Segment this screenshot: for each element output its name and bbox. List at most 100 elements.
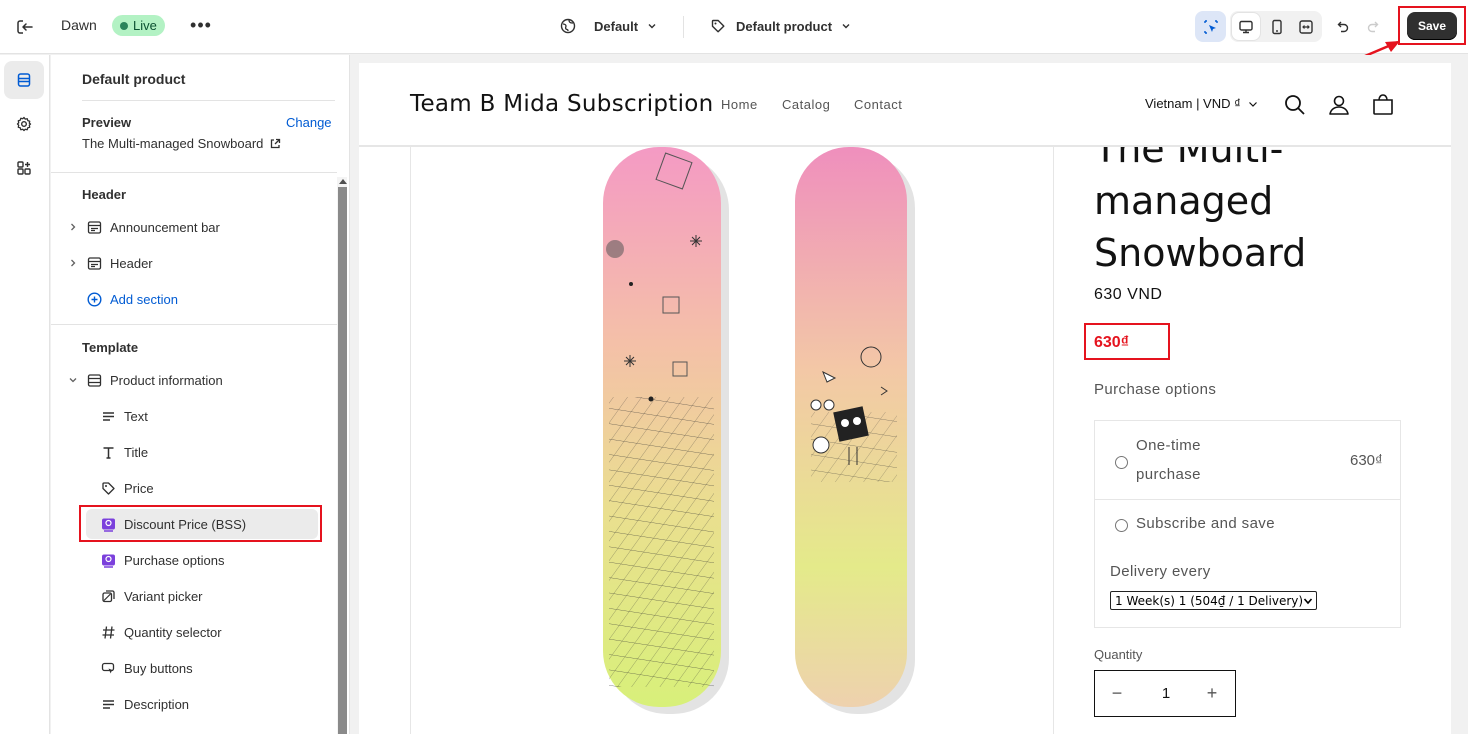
delivery-select[interactable]: 1 Week(s) 1 (504₫ / 1 Delivery)	[1110, 591, 1317, 610]
template-type-label: Default	[594, 18, 639, 34]
plus-circle-icon	[86, 291, 102, 307]
storefront-preview: Team B Mida Subscription Home Catalog Co…	[351, 55, 1468, 734]
quantity-increase-button[interactable]: +	[1200, 681, 1224, 705]
hash-icon	[100, 624, 116, 640]
sections-panel: Default product Preview Change The Multi…	[51, 55, 350, 734]
account-icon[interactable]	[1326, 92, 1352, 118]
inspector-icon	[1203, 19, 1218, 34]
store-logo-text[interactable]: Team B Mida Subscription	[410, 91, 714, 117]
block-variant-picker[interactable]: Variant picker	[100, 582, 203, 610]
block-quantity-selector[interactable]: Quantity selector	[100, 618, 222, 646]
panel-scrollbar[interactable]	[337, 177, 347, 734]
text-lines-icon	[100, 408, 116, 424]
external-link-icon	[271, 138, 281, 148]
quantity-label: Quantity	[1094, 647, 1143, 662]
block-price[interactable]: Price	[100, 474, 154, 502]
block-label: Price	[124, 480, 154, 496]
cart-icon[interactable]	[1370, 92, 1396, 118]
block-buy-buttons[interactable]: Buy buttons	[100, 654, 193, 682]
undo-icon	[1337, 21, 1348, 32]
country-selector[interactable]: Vietnam | VND ₫	[1145, 96, 1259, 111]
app-block-icon	[100, 552, 116, 568]
add-section-label: Add section	[110, 291, 178, 307]
fullwidth-view-button[interactable]	[1290, 11, 1321, 42]
section-product-information[interactable]: Product information	[66, 366, 223, 394]
nav-home[interactable]: Home	[721, 97, 758, 112]
storefront-frame: Team B Mida Subscription Home Catalog Co…	[359, 63, 1451, 734]
theme-settings-tab[interactable]	[4, 105, 44, 143]
template-label: Default product	[736, 18, 833, 34]
topbar-divider	[683, 16, 684, 38]
template-type-select[interactable]: Default	[560, 14, 658, 38]
mobile-view-button[interactable]	[1261, 11, 1292, 42]
block-label: Quantity selector	[124, 624, 222, 640]
section-divider	[51, 324, 337, 325]
purchase-options-label: Purchase options	[1094, 381, 1217, 398]
block-label: Text	[124, 408, 148, 424]
chevron-right-icon	[66, 258, 80, 268]
change-preview-link[interactable]: Change	[286, 115, 332, 130]
template-group-label: Template	[82, 340, 139, 355]
subscribe-radio[interactable]	[1115, 519, 1128, 532]
block-label: Purchase options	[124, 552, 225, 568]
preview-label: Preview	[82, 115, 132, 130]
scroll-up-icon	[339, 179, 347, 184]
block-label: Variant picker	[124, 588, 203, 604]
block-description[interactable]: Description	[100, 690, 189, 718]
desktop-view-button[interactable]	[1231, 12, 1261, 41]
chevron-down-icon	[1303, 598, 1313, 605]
exit-icon[interactable]	[14, 16, 36, 38]
one-time-price: 630₫	[1350, 452, 1383, 469]
option-divider	[1095, 499, 1400, 500]
one-time-label-line: One-time	[1136, 437, 1201, 454]
product-gallery[interactable]	[410, 147, 1054, 734]
section-layout-icon	[86, 255, 102, 271]
one-time-label[interactable]: One-time purchase	[1136, 431, 1201, 489]
product-title-line: managed	[1094, 179, 1274, 223]
block-text[interactable]: Text	[100, 402, 148, 430]
redo-icon	[1367, 21, 1378, 32]
store-header: Team B Mida Subscription Home Catalog Co…	[359, 63, 1451, 146]
apps-icon	[17, 161, 31, 175]
chevron-down-icon	[648, 24, 656, 29]
editor-topbar: Dawn Live ••• Default Default product Sa…	[0, 0, 1468, 54]
discount-price-highlight-box	[1084, 323, 1170, 360]
delivery-label: Delivery every	[1110, 563, 1211, 580]
inspector-button[interactable]	[1195, 11, 1226, 42]
block-label: Description	[124, 696, 190, 712]
tag-icon	[711, 19, 725, 33]
panel-divider	[82, 100, 335, 101]
more-actions-button[interactable]: •••	[190, 13, 212, 37]
search-icon[interactable]	[1282, 92, 1308, 118]
section-header[interactable]: Header	[66, 249, 153, 277]
panel-title: Default product	[82, 71, 186, 87]
subscribe-label[interactable]: Subscribe and save	[1136, 509, 1275, 538]
section-divider	[51, 172, 337, 173]
text-title-icon	[100, 444, 116, 460]
preview-product-link[interactable]: The Multi-managed Snowboard	[82, 136, 281, 151]
block-title[interactable]: Title	[100, 438, 148, 466]
header-group-label: Header	[82, 187, 127, 202]
quantity-decrease-button[interactable]: −	[1105, 681, 1129, 705]
app-embeds-tab[interactable]	[4, 149, 44, 187]
live-badge: Live	[112, 15, 165, 36]
quantity-stepper: − 1 +	[1094, 670, 1236, 717]
nav-contact[interactable]: Contact	[854, 97, 902, 112]
block-purchase-options[interactable]: Purchase options	[100, 546, 224, 574]
settings-icon	[16, 116, 32, 132]
add-section-button[interactable]: Add section	[86, 285, 178, 313]
quantity-input[interactable]: 1	[1155, 685, 1177, 702]
template-select[interactable]: Default product	[710, 14, 852, 38]
section-announcement-bar[interactable]: Announcement bar	[66, 213, 220, 241]
chevron-down-icon	[842, 24, 850, 29]
price-tag-icon	[100, 480, 116, 496]
one-time-radio[interactable]	[1115, 456, 1128, 469]
left-rail	[0, 55, 50, 734]
desktop-icon	[1239, 20, 1253, 33]
panel-scrollbar-thumb[interactable]	[338, 187, 347, 734]
sections-icon	[17, 73, 31, 87]
section-layout-icon	[86, 372, 102, 388]
sections-tab[interactable]	[4, 61, 44, 99]
mobile-icon	[1271, 19, 1282, 34]
nav-catalog[interactable]: Catalog	[782, 97, 830, 112]
